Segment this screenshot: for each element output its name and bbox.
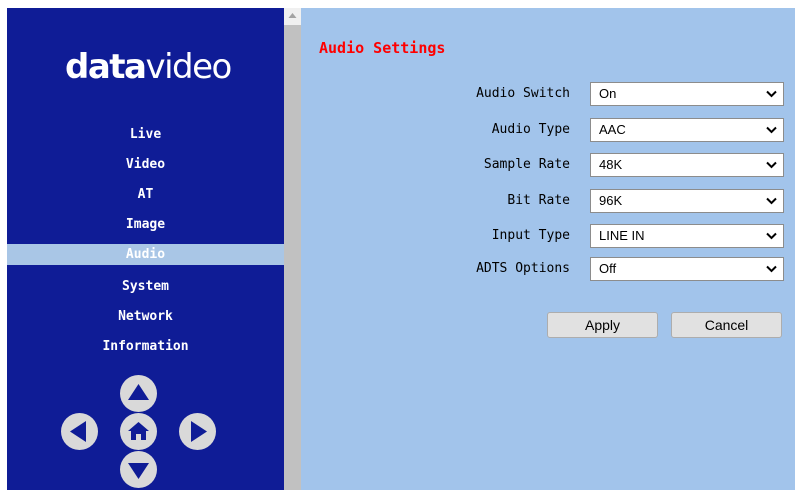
cancel-button[interactable]: Cancel (671, 312, 782, 338)
scroll-thumb[interactable] (284, 25, 301, 490)
bit-rate-select[interactable]: 96K (590, 189, 784, 213)
chevron-down-icon (766, 126, 777, 134)
chevron-down-icon (766, 90, 777, 98)
audio-type-value: AAC (599, 122, 626, 137)
adts-options-select[interactable]: Off (590, 257, 784, 281)
apply-button[interactable]: Apply (547, 312, 658, 338)
chevron-down-icon (766, 232, 777, 240)
audio-switch-value: On (599, 86, 617, 101)
sample-rate-label: Sample Rate (483, 157, 570, 172)
chevron-down-icon (766, 265, 777, 273)
arrow-down-button[interactable] (120, 451, 157, 488)
audio-type-label: Audio Type (491, 122, 570, 137)
scroll-up-icon (288, 13, 297, 18)
scroll-up-arrow[interactable] (284, 8, 301, 25)
arrow-right-icon (191, 421, 207, 442)
sidebar-item-system[interactable]: System (7, 276, 284, 297)
adts-options-label: ADTS Options (476, 261, 570, 276)
datavideo-logo: datavideo (65, 47, 232, 87)
page-title: Audio Settings (319, 39, 446, 57)
arrow-left-button[interactable] (61, 413, 98, 450)
home-button[interactable] (120, 413, 157, 450)
input-type-value: LINE IN (599, 228, 645, 243)
bit-rate-value: 96K (599, 193, 623, 208)
chevron-down-icon (766, 161, 777, 169)
sample-rate-value: 48K (599, 157, 623, 172)
sidebar-item-live[interactable]: Live (7, 124, 284, 145)
sidebar-item-video[interactable]: Video (7, 154, 284, 175)
input-type-label: Input Type (491, 228, 570, 243)
sidebar-item-image[interactable]: Image (7, 214, 284, 235)
bit-rate-label: Bit Rate (507, 193, 570, 208)
scrollbar[interactable] (284, 8, 301, 490)
sample-rate-select[interactable]: 48K (590, 153, 784, 177)
arrow-up-button[interactable] (120, 375, 157, 412)
adts-options-value: Off (599, 261, 617, 276)
audio-switch-select[interactable]: On (590, 82, 784, 106)
sidebar: datavideo Live Video AT Image Audio Syst… (7, 8, 284, 490)
sidebar-item-at[interactable]: AT (7, 184, 284, 205)
audio-type-select[interactable]: AAC (590, 118, 784, 142)
audio-switch-label: Audio Switch (476, 86, 570, 101)
input-type-select[interactable]: LINE IN (590, 224, 784, 248)
arrow-right-button[interactable] (179, 413, 216, 450)
main-panel: Audio Settings Audio Switch On Audio Typ… (301, 8, 795, 490)
arrow-left-icon (70, 421, 86, 442)
arrow-up-icon (128, 384, 149, 400)
chevron-down-icon (766, 197, 777, 205)
arrow-down-icon (128, 463, 149, 479)
sidebar-item-information[interactable]: Information (7, 336, 284, 357)
sidebar-item-network[interactable]: Network (7, 306, 284, 327)
sidebar-item-audio[interactable]: Audio (7, 244, 284, 265)
home-icon (128, 422, 149, 440)
